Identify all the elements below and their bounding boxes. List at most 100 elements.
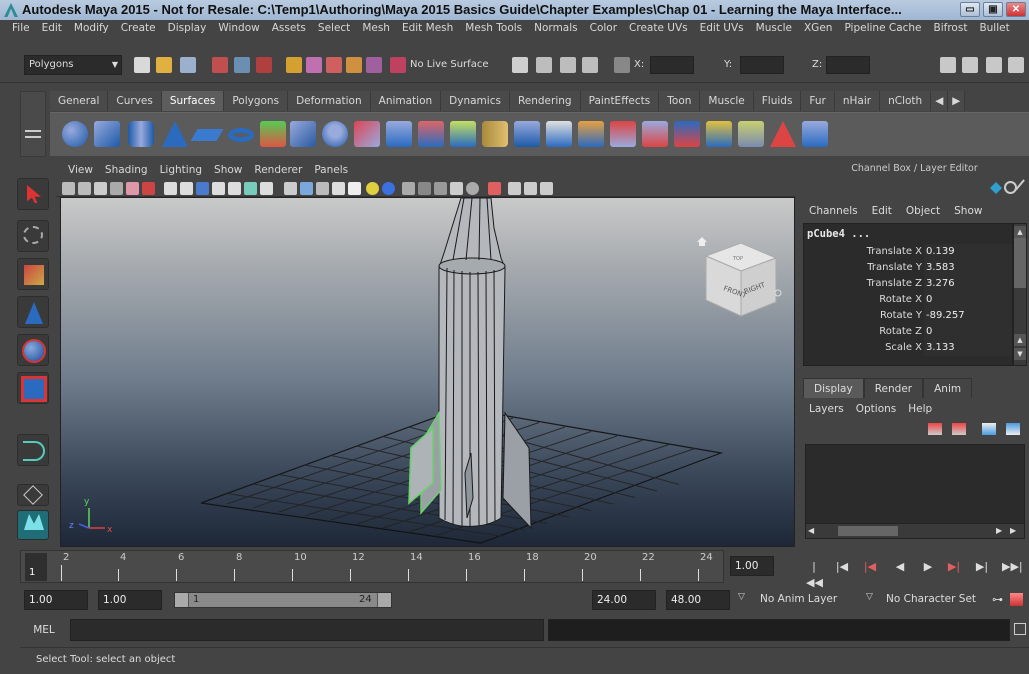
panel-menu-lighting[interactable]: Lighting bbox=[154, 160, 208, 180]
tab-fur[interactable]: Fur bbox=[801, 91, 835, 111]
channel-value[interactable]: 3.276 bbox=[924, 276, 1012, 292]
menu-mesh[interactable]: Mesh bbox=[356, 20, 396, 37]
channel-box-toggle-icon[interactable] bbox=[986, 57, 1002, 73]
paint-select-tool-button[interactable] bbox=[17, 258, 49, 290]
outliner-icon[interactable] bbox=[1008, 57, 1024, 73]
snap-curve-icon[interactable] bbox=[306, 57, 322, 73]
tab-display[interactable]: Display bbox=[803, 378, 864, 398]
shadows-icon[interactable] bbox=[366, 182, 379, 195]
channel-box-toggle-icon-2[interactable] bbox=[990, 182, 1002, 194]
square-surface-icon[interactable] bbox=[450, 121, 476, 147]
tab-general[interactable]: General bbox=[50, 91, 109, 111]
menu-select[interactable]: Select bbox=[312, 20, 356, 37]
menu-normals[interactable]: Normals bbox=[528, 20, 583, 37]
detach-icon[interactable] bbox=[706, 121, 732, 147]
current-frame-field[interactable]: 1.00 bbox=[730, 556, 774, 576]
snap-view-icon[interactable] bbox=[346, 57, 362, 73]
scroll-right-icon-2[interactable]: ▶ bbox=[1010, 526, 1020, 536]
tool-settings-toggle-icon[interactable] bbox=[1014, 179, 1029, 196]
render-settings-icon[interactable] bbox=[582, 57, 598, 73]
channel-value[interactable]: -89.257 bbox=[924, 308, 1012, 324]
bookmarks-icon[interactable] bbox=[94, 182, 107, 195]
snap-grid-icon[interactable] bbox=[286, 57, 302, 73]
trim-icon[interactable] bbox=[610, 121, 636, 147]
go-to-start-icon[interactable]: |◀◀ bbox=[806, 559, 823, 589]
tab-rendering[interactable]: Rendering bbox=[509, 91, 581, 111]
channel-value[interactable]: 3.583 bbox=[924, 260, 1012, 276]
menu-modify[interactable]: Modify bbox=[68, 20, 115, 37]
cb-menu-channels[interactable]: Channels bbox=[802, 200, 865, 222]
menu-file[interactable]: File bbox=[6, 20, 36, 37]
channel-row[interactable]: Scale X 3.133 bbox=[804, 340, 1012, 356]
grid-toggle-icon[interactable] bbox=[164, 182, 177, 195]
rebuild-icon[interactable] bbox=[738, 121, 764, 147]
shelf-options[interactable] bbox=[20, 91, 46, 157]
cb-menu-show[interactable]: Show bbox=[947, 200, 989, 222]
nurbs-plane-icon[interactable] bbox=[190, 129, 224, 141]
character-set-label[interactable]: No Character Set bbox=[886, 593, 976, 605]
animation-prefs-icon[interactable] bbox=[1010, 593, 1023, 606]
panel-menu-renderer[interactable]: Renderer bbox=[248, 160, 308, 180]
channel-row[interactable]: Rotate Z0 bbox=[804, 324, 1012, 340]
new-layer-icon[interactable] bbox=[928, 423, 942, 435]
animation-end-field[interactable]: 48.00 bbox=[666, 590, 730, 610]
script-language-toggle[interactable]: MEL bbox=[20, 618, 68, 642]
menu-bullet[interactable]: Bullet bbox=[973, 20, 1015, 37]
menu-edit-mesh[interactable]: Edit Mesh bbox=[396, 20, 459, 37]
step-forward-key-icon[interactable]: ▶| bbox=[974, 559, 990, 575]
scroll-right-icon[interactable]: ▶ bbox=[996, 526, 1006, 536]
menu-edit-uvs[interactable]: Edit UVs bbox=[694, 20, 750, 37]
paint-icon[interactable] bbox=[142, 182, 155, 195]
channel-value[interactable]: 0 bbox=[924, 324, 1012, 340]
channel-row[interactable]: Rotate Y -89.257 bbox=[804, 308, 1012, 324]
select-hierarchy-icon[interactable] bbox=[212, 57, 228, 73]
tab-polygons[interactable]: Polygons bbox=[224, 91, 289, 111]
live-surface-icon[interactable] bbox=[390, 57, 406, 73]
shelf-scroll-right-icon[interactable]: ▶ bbox=[948, 91, 966, 111]
time-slider[interactable]: 1 2 4 6 8 10 12 14 16 18 20 22 24 bbox=[20, 550, 724, 583]
xray-joints-icon[interactable] bbox=[434, 182, 447, 195]
selected-object-name[interactable]: pCube4 ... bbox=[807, 228, 870, 240]
range-slider[interactable]: 1 24 bbox=[174, 592, 392, 608]
step-forward-frame-icon[interactable]: ▶| bbox=[946, 559, 962, 575]
use-lights-icon[interactable] bbox=[348, 182, 361, 195]
rocket-model[interactable] bbox=[408, 198, 532, 530]
auto-key-icon[interactable]: ⊶ bbox=[992, 593, 1003, 606]
menu-set-selector[interactable]: Polygons ▼ bbox=[24, 55, 122, 75]
loft-icon[interactable] bbox=[290, 121, 316, 147]
open-scene-icon[interactable] bbox=[156, 57, 172, 73]
cb-menu-edit[interactable]: Edit bbox=[865, 200, 899, 222]
new-layer-selected-icon[interactable] bbox=[952, 423, 966, 435]
snap-point-icon[interactable] bbox=[326, 57, 342, 73]
menu-display[interactable]: Display bbox=[162, 20, 213, 37]
tab-nhair[interactable]: nHair bbox=[834, 91, 881, 111]
bevel-plus-icon[interactable] bbox=[514, 121, 540, 147]
resolution-gate-icon[interactable] bbox=[196, 182, 209, 195]
select-object-icon[interactable] bbox=[234, 57, 250, 73]
select-component-icon[interactable] bbox=[256, 57, 272, 73]
y-input[interactable] bbox=[740, 56, 784, 74]
channel-value[interactable]: 0.139 bbox=[924, 244, 1012, 260]
minimize-button[interactable]: ▭ bbox=[960, 2, 980, 17]
intersect-icon[interactable] bbox=[578, 121, 604, 147]
hud-icon[interactable] bbox=[466, 182, 479, 195]
nurbs-cylinder-icon[interactable] bbox=[128, 121, 154, 147]
save-scene-icon[interactable] bbox=[180, 57, 196, 73]
xray-components-icon[interactable] bbox=[450, 182, 463, 195]
sculpt-icon[interactable] bbox=[770, 121, 796, 147]
menu-mesh-tools[interactable]: Mesh Tools bbox=[459, 20, 528, 37]
render-view-icon[interactable] bbox=[512, 57, 528, 73]
revolve-icon[interactable] bbox=[260, 121, 286, 147]
attribute-editor-icon[interactable] bbox=[940, 57, 956, 73]
horizontal-scroll-thumb[interactable] bbox=[838, 526, 898, 536]
play-backwards-icon[interactable]: ◀ bbox=[892, 559, 908, 575]
layer-menu-options[interactable]: Options bbox=[850, 399, 903, 419]
ipr-render-icon[interactable] bbox=[560, 57, 576, 73]
gate-mask-icon[interactable] bbox=[212, 182, 225, 195]
transform-input-icon[interactable] bbox=[614, 57, 630, 73]
mel-input[interactable] bbox=[70, 619, 544, 641]
nurbs-cube-icon[interactable] bbox=[94, 121, 120, 147]
channel-box-scrollbar[interactable]: ▲ ▲ ▼ bbox=[1013, 223, 1027, 366]
tab-fluids[interactable]: Fluids bbox=[753, 91, 802, 111]
tab-anim[interactable]: Anim bbox=[923, 378, 973, 398]
